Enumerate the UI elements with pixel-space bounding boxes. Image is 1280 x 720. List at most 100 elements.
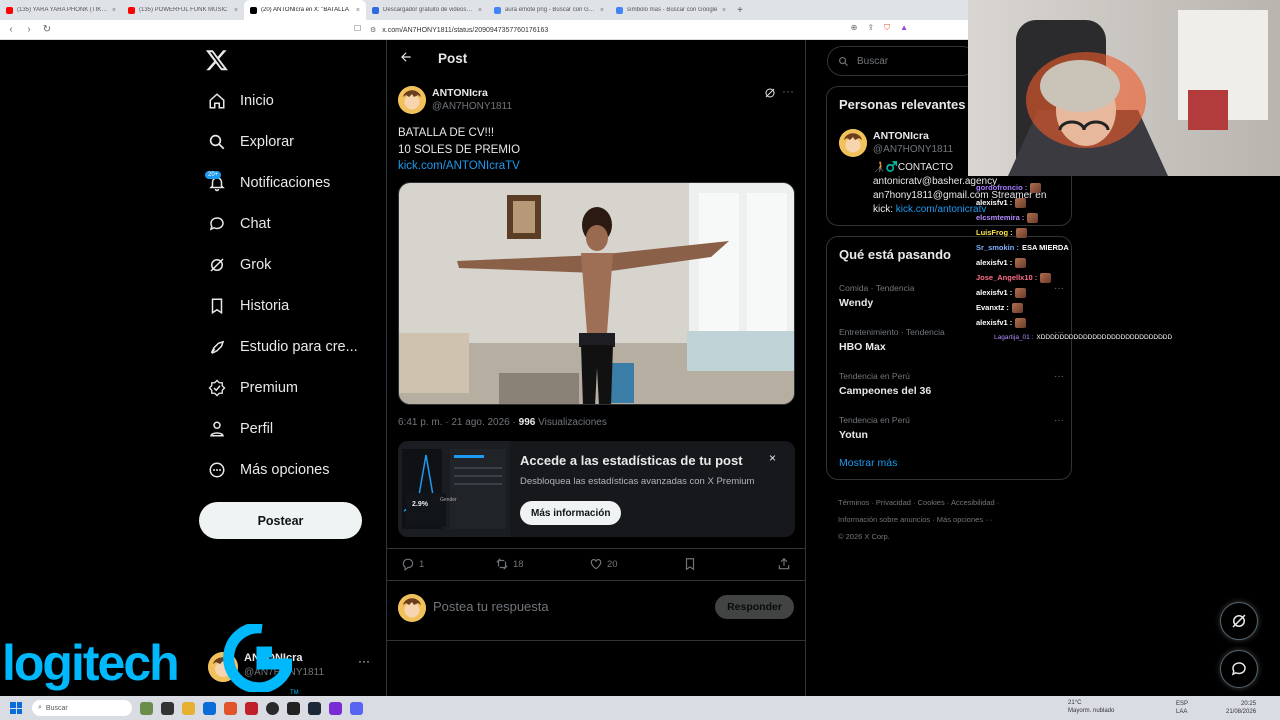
browser-tab[interactable]: Descargador gratuito de videos de × — [366, 0, 488, 20]
reply-button[interactable]: Responder — [715, 595, 794, 619]
author-avatar[interactable] — [398, 86, 426, 114]
address-bar-icons: ⊕ ⇪ ⛉ ▲ — [851, 23, 908, 33]
footer-line[interactable]: Información sobre anuncios · Más opcione… — [838, 511, 1068, 528]
brave-shield-icon[interactable]: ⛉ — [884, 23, 890, 33]
bio-link[interactable]: kick.com/antonicratv — [896, 204, 987, 215]
tab-close-icon[interactable]: × — [234, 7, 238, 14]
close-icon[interactable]: × — [769, 451, 776, 465]
new-tab-button[interactable]: + — [732, 5, 748, 16]
account-more-icon[interactable]: ··· — [358, 654, 370, 668]
relevant-name[interactable]: ANTONIcra — [873, 130, 929, 142]
show-more-link[interactable]: Mostrar más — [839, 457, 897, 469]
relevant-avatar[interactable] — [839, 129, 867, 157]
tab-close-icon[interactable]: × — [722, 7, 726, 14]
grok-fab[interactable] — [1220, 602, 1258, 640]
trend-more-icon[interactable]: ··· — [1054, 415, 1064, 426]
trend-name: Campeones del 36 — [839, 385, 932, 397]
sidebar-item-perfil[interactable]: Perfil — [200, 408, 380, 449]
file-explorer-icon[interactable] — [182, 701, 195, 715]
post-button[interactable]: Postear — [199, 502, 362, 539]
steam-icon[interactable] — [308, 701, 321, 715]
emote-icon — [1011, 302, 1023, 313]
sidebar-item-chat[interactable]: Chat — [200, 203, 380, 244]
language-indicator[interactable]: ESP LAA — [1176, 700, 1188, 716]
footer-links: Términos · Privacidad · Cookies · Accesi… — [838, 494, 1068, 545]
bio-prefix: kick: — [873, 204, 896, 215]
chat-username: gordofroncio : — [976, 183, 1028, 192]
post-image[interactable] — [398, 182, 795, 405]
back-nav-icon[interactable]: ‹ — [6, 24, 16, 35]
sidebar-item-inicio[interactable]: Inicio — [200, 80, 380, 121]
sidebar-item-estudio-para-cre[interactable]: Estudio para cre... — [200, 326, 380, 367]
site-info-icon[interactable]: ⚙ — [370, 26, 376, 34]
app-icon[interactable] — [245, 701, 258, 715]
tab-label: (20) ANTONIcra en X: "BATALLA — [261, 7, 349, 13]
taskbar-clock[interactable]: 20:25 21/08/2026 — [1226, 700, 1256, 716]
like-action[interactable]: 20 — [589, 557, 618, 571]
trends-title: Qué está pasando — [839, 247, 951, 262]
share-icon[interactable]: ⇪ — [867, 23, 874, 33]
x-logo-icon[interactable] — [205, 48, 229, 72]
author-handle[interactable]: @AN7HONY1811 — [432, 101, 512, 112]
tab-close-icon[interactable]: × — [356, 7, 360, 14]
browser-tab[interactable]: (135) YARA YARA PHONK (TIKTOK VERSION) × — [0, 0, 122, 20]
bookmark-action[interactable] — [683, 557, 697, 571]
app-icon[interactable] — [329, 701, 342, 715]
url-field[interactable]: ⚙ x.com/AN7HONY1811/status/2090947357760… — [370, 23, 830, 37]
share-action[interactable] — [777, 557, 791, 571]
obs-icon[interactable] — [266, 701, 279, 715]
tab-favicon-icon — [372, 6, 379, 14]
weather-widget[interactable]: 21°C Mayorm. nublado — [1068, 699, 1114, 715]
trend-item[interactable]: Tendencia en Perú Yotun ··· — [839, 415, 1064, 441]
verified-icon — [208, 379, 226, 396]
post-more-icon[interactable]: ··· — [782, 84, 794, 98]
author-name[interactable]: ANTONIcra — [432, 87, 488, 99]
relevant-handle[interactable]: @AN7HONY1811 — [873, 144, 953, 155]
messages-fab[interactable] — [1220, 650, 1258, 688]
trend-more-icon[interactable]: ··· — [1054, 371, 1064, 382]
windows-start-icon[interactable] — [10, 702, 22, 714]
discord-icon[interactable] — [350, 701, 363, 715]
browser-tab[interactable]: símbolo mas - Buscar con Google × — [610, 0, 732, 20]
back-arrow-icon[interactable] — [399, 50, 413, 64]
widget-icon[interactable] — [140, 701, 153, 715]
trend-item[interactable]: Tendencia en Perú Campeones del 36 ··· — [839, 371, 1064, 397]
repost-action[interactable]: 18 — [495, 557, 524, 571]
post-author: ANTONIcra @AN7HONY1811 ··· — [398, 84, 798, 116]
reload-icon[interactable]: ↻ — [42, 24, 52, 35]
brave-rewards-icon[interactable]: ▲ — [900, 23, 908, 33]
emote-icon — [1015, 317, 1027, 328]
sidebar-item-historia[interactable]: Historia — [200, 285, 380, 326]
store-icon[interactable] — [203, 701, 216, 715]
footer-line[interactable]: Términos · Privacidad · Cookies · Accesi… — [838, 494, 1068, 511]
task-view-icon[interactable] — [161, 701, 174, 715]
sidebar-item-notificaciones[interactable]: Notificaciones 20+ — [200, 162, 380, 203]
grok-icon[interactable] — [764, 87, 776, 99]
search-box[interactable]: Buscar — [827, 46, 977, 76]
app-icon[interactable] — [287, 701, 300, 715]
browser-tab[interactable]: (135) POWERFUL FUNK MUSIC × — [122, 0, 244, 20]
more-info-button[interactable]: Más información — [520, 501, 622, 525]
webcam-overlay — [968, 0, 1280, 176]
sidebar-item-grok[interactable]: Grok — [200, 244, 380, 285]
reply-action[interactable]: 1 — [401, 557, 424, 571]
sidebar-item-más-opciones[interactable]: Más opciones — [200, 449, 380, 490]
forward-nav-icon[interactable]: › — [24, 24, 34, 35]
tab-close-icon[interactable]: × — [478, 7, 482, 14]
browser-tab[interactable]: aura emote png - Buscar con Google × — [488, 0, 610, 20]
tab-close-icon[interactable]: × — [112, 7, 116, 14]
bookmark-star-icon[interactable]: ☐ — [354, 24, 361, 33]
tab-close-icon[interactable]: × — [600, 7, 604, 14]
browser-tab[interactable]: (20) ANTONIcra en X: "BATALLA × — [244, 0, 366, 20]
post-time[interactable]: 6:41 p. m. · 21 ago. 2026 · — [398, 417, 519, 428]
reply-input[interactable]: Postea tu respuesta — [433, 599, 549, 614]
sidebar-item-premium[interactable]: Premium — [200, 367, 380, 408]
sidebar-item-explorar[interactable]: Explorar — [200, 121, 380, 162]
lang-layout: LAA — [1176, 709, 1188, 715]
taskbar-search[interactable]: ⌕ Buscar — [32, 700, 132, 716]
post-link[interactable]: kick.com/ANTONIcraTV — [398, 158, 520, 175]
brave-icon[interactable] — [224, 701, 237, 715]
emote-icon — [1015, 257, 1027, 268]
weather-temp: 21°C — [1068, 700, 1082, 706]
zoom-icon[interactable]: ⊕ — [851, 23, 858, 33]
